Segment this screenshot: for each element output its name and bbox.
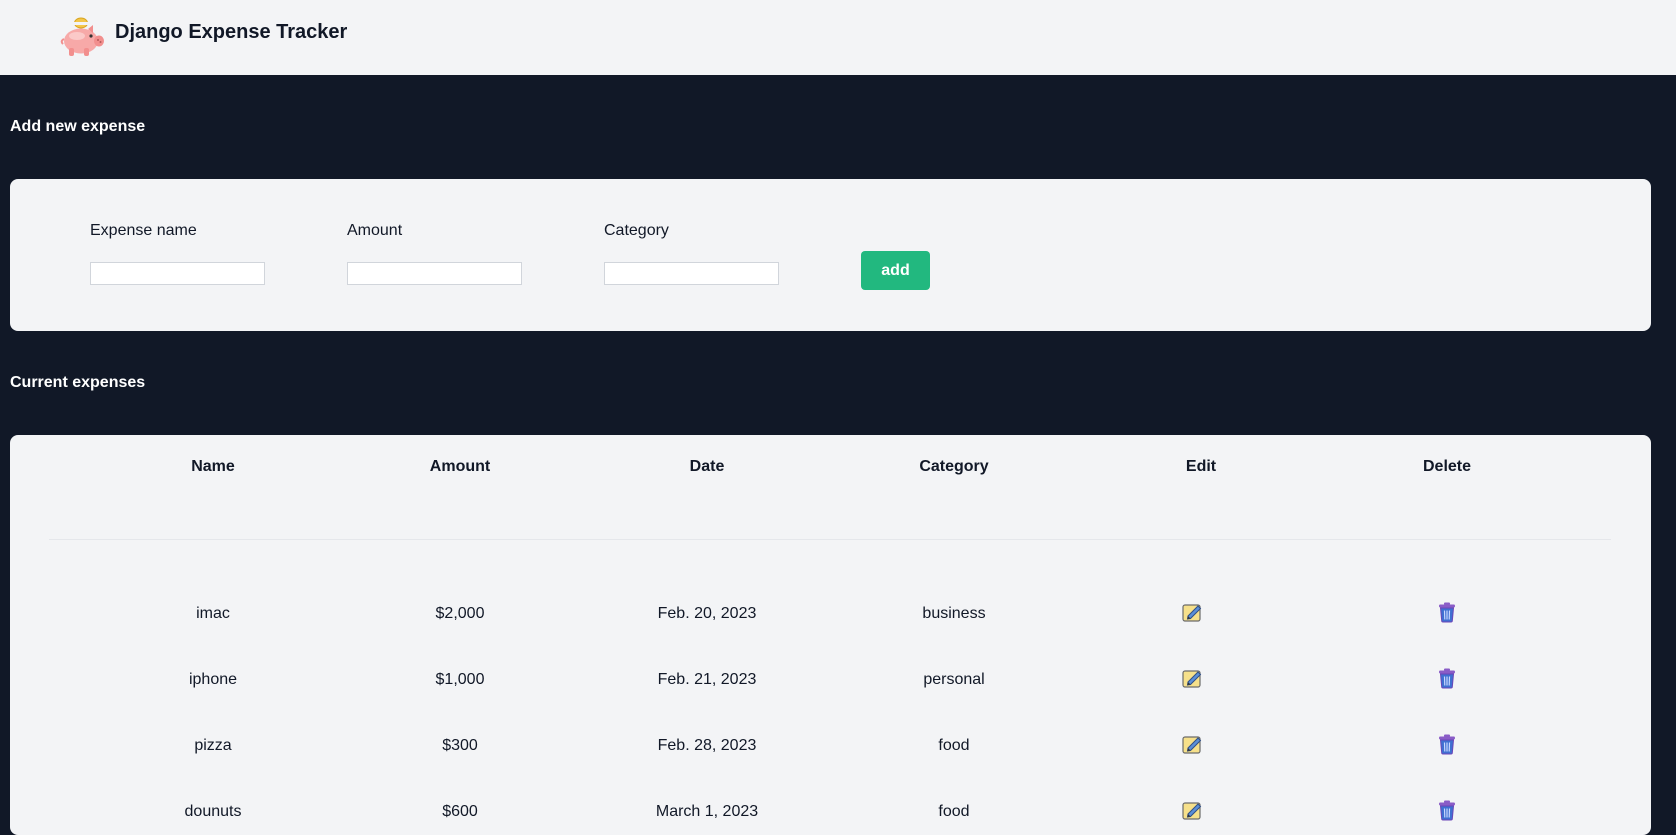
column-header-date: Date — [689, 458, 725, 475]
expense-amount-cell: $300 — [442, 737, 478, 754]
add-expense-button[interactable]: add — [861, 251, 930, 290]
expense-name-cell: imac — [196, 605, 230, 622]
expense-amount-cell: $2,000 — [435, 605, 485, 622]
edit-icon[interactable] — [1180, 798, 1204, 822]
category-input[interactable] — [604, 262, 779, 285]
navbar: Django Expense Tracker — [0, 0, 1676, 75]
delete-icon[interactable] — [1435, 732, 1459, 756]
add-expense-form: Expense name Amount Category add — [10, 179, 1651, 331]
amount-label: Amount — [347, 222, 403, 239]
expense-date-cell: Feb. 28, 2023 — [657, 737, 757, 754]
column-header-edit: Edit — [1185, 458, 1217, 475]
expense-name-cell: pizza — [194, 737, 232, 754]
column-header-delete: Delete — [1422, 458, 1472, 475]
expense-date-cell: March 1, 2023 — [655, 803, 759, 820]
category-label: Category — [604, 222, 669, 239]
app-title: Django Expense Tracker — [115, 21, 348, 43]
expense-name-cell: iphone — [188, 671, 238, 688]
amount-input[interactable] — [347, 262, 522, 285]
expense-date-cell: Feb. 20, 2023 — [657, 605, 757, 622]
edit-icon[interactable] — [1180, 600, 1204, 624]
edit-icon[interactable] — [1180, 732, 1204, 756]
expense-amount-cell: $1,000 — [435, 671, 485, 688]
add-expense-heading: Add new expense — [10, 118, 146, 135]
expense-category-cell: food — [938, 803, 970, 820]
expense-name-input[interactable] — [90, 262, 265, 285]
expense-date-cell: Feb. 21, 2023 — [657, 671, 757, 688]
expense-category-cell: food — [938, 737, 970, 754]
expense-name-cell: dounuts — [184, 803, 242, 820]
delete-icon[interactable] — [1435, 600, 1459, 624]
column-header-amount: Amount — [429, 458, 491, 475]
delete-icon[interactable] — [1435, 798, 1459, 822]
header-divider — [49, 539, 1611, 540]
column-header-name: Name — [191, 458, 235, 475]
expenses-table: Name Amount Date Category Edit Delete im… — [10, 435, 1651, 835]
edit-icon[interactable] — [1180, 666, 1204, 690]
expense-name-label: Expense name — [90, 222, 197, 239]
expense-amount-cell: $600 — [442, 803, 478, 820]
current-expenses-heading: Current expenses — [10, 374, 146, 391]
expense-category-cell: business — [922, 605, 986, 622]
expense-category-cell: personal — [923, 671, 985, 688]
piggy-bank-icon — [60, 14, 106, 58]
column-header-category: Category — [919, 458, 989, 475]
delete-icon[interactable] — [1435, 666, 1459, 690]
